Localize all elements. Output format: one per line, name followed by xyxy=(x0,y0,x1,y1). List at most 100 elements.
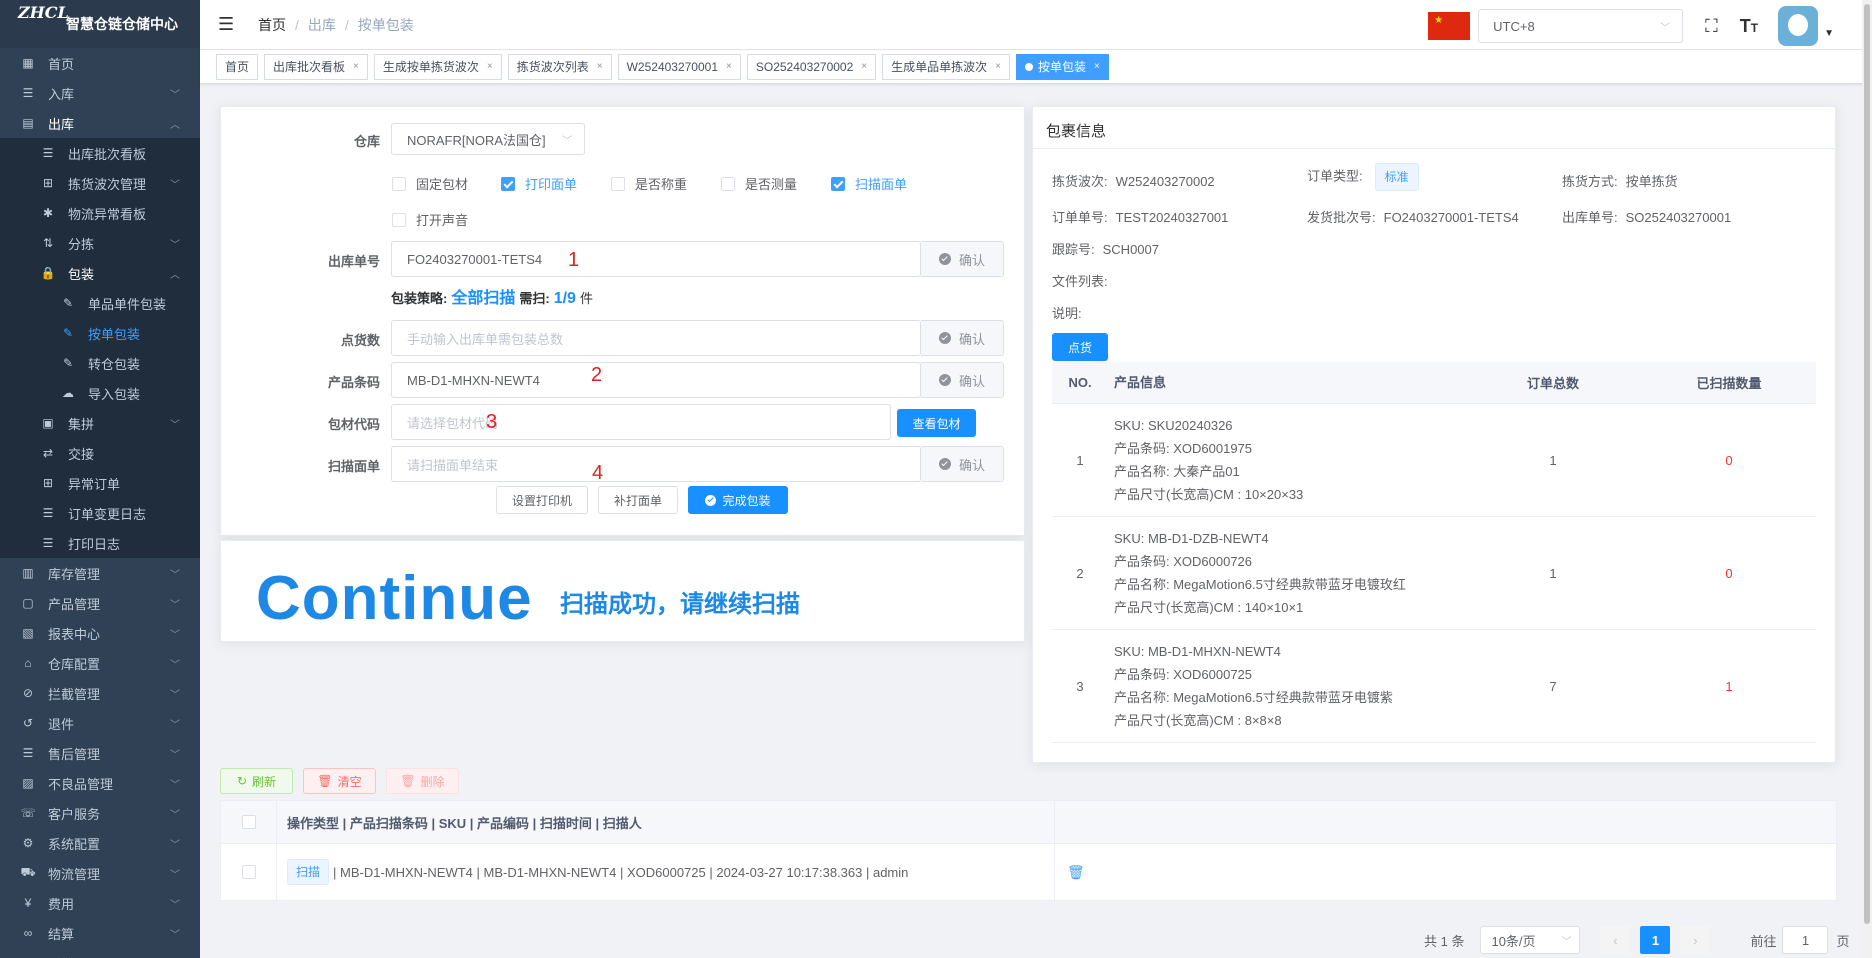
checkbox-box[interactable] xyxy=(392,176,406,191)
checkbox-measure[interactable]: 是否测量 xyxy=(721,174,797,193)
sidebar-item[interactable]: ▣ 集拼 ﹀ xyxy=(0,408,200,438)
sidebar-item[interactable]: ☁ 导入包装 xyxy=(0,378,200,408)
tab-item[interactable]: 按单包装 × xyxy=(1016,53,1109,80)
sidebar-item[interactable]: ⛟ 物流管理 ﹀ xyxy=(0,858,200,888)
finish-packing-button[interactable]: 完成包装 xyxy=(688,486,788,514)
chevron-down-icon: ﹀ xyxy=(562,135,572,147)
tab-item[interactable]: 首页 xyxy=(216,53,259,80)
sidebar-item[interactable]: ▦ 首页 xyxy=(0,48,200,78)
fullscreen-icon[interactable]: ⛶ xyxy=(1705,16,1718,37)
sidebar-item[interactable]: ▢ 产品管理 ﹀ xyxy=(0,588,200,618)
sidebar-item[interactable]: ☰ 订单变更日志 xyxy=(0,498,200,528)
sidebar-item[interactable]: ✎ 转仓包装 xyxy=(0,348,200,378)
close-icon[interactable]: × xyxy=(597,61,603,72)
tab-item[interactable]: 生成按单拣货波次 × xyxy=(373,53,502,80)
row-checkbox[interactable] xyxy=(241,865,256,879)
page-size-select[interactable]: 10条/页 ﹀ xyxy=(1480,926,1581,954)
next-page-button[interactable]: › xyxy=(1680,926,1711,954)
checkbox-box[interactable] xyxy=(501,176,515,191)
material-input[interactable]: 请选择包材代码 xyxy=(391,404,891,440)
close-icon[interactable]: × xyxy=(353,61,359,72)
logo[interactable]: ZHCL 智慧仓链仓储中心 xyxy=(0,0,200,48)
tab-item[interactable]: W252403270001 × xyxy=(617,53,741,80)
sidebar-item[interactable]: ⊞ 异常订单 xyxy=(0,468,200,498)
sidebar-item[interactable]: ✎ 单品单件包装 xyxy=(0,288,200,318)
select-all-checkbox[interactable] xyxy=(241,815,256,829)
sidebar-item[interactable]: ☏ 客户服务 ﹀ xyxy=(0,798,200,828)
page-number-current[interactable]: 1 xyxy=(1640,926,1671,954)
scrollbar-thumb[interactable] xyxy=(1864,4,1870,924)
sidebar-item-label: 订单变更日志 xyxy=(68,506,147,522)
close-icon[interactable]: × xyxy=(995,61,1001,72)
sidebar-item[interactable]: ⊘ 拦截管理 ﹀ xyxy=(0,678,200,708)
close-icon[interactable]: × xyxy=(487,61,493,72)
tab-item[interactable]: 出库批次看板 × xyxy=(264,53,368,80)
china-flag-icon[interactable]: ★ xyxy=(1428,12,1471,40)
tab-item[interactable]: 生成单品单拣波次 × xyxy=(882,53,1010,80)
set-printer-button[interactable]: 设置打印机 xyxy=(496,486,588,514)
prev-page-button[interactable]: ‹ xyxy=(1600,926,1631,954)
count-confirm-button[interactable]: 确认 xyxy=(921,320,1004,356)
sidebar-item[interactable]: ☰ 打印日志 xyxy=(0,528,200,558)
sidebar-item[interactable]: ▧ 报表中心 ﹀ xyxy=(0,618,200,648)
sidebar-item[interactable]: ☰ 出库批次看板 xyxy=(0,138,200,168)
sidebar-item[interactable]: ⇅ 分拣 ﹀ xyxy=(0,228,200,258)
sidebar-item[interactable]: ✱ 物流异常看板 xyxy=(0,198,200,228)
delete-button[interactable]: 🗑 删除 xyxy=(386,768,459,794)
checkbox-box[interactable] xyxy=(392,212,406,227)
sidebar-item[interactable]: 🔒 包装 ︿ xyxy=(0,258,200,288)
page-scrollbar[interactable] xyxy=(1862,0,1872,958)
font-size-icon[interactable]: TT xyxy=(1740,16,1758,37)
view-material-button[interactable]: 查看包材 xyxy=(897,409,976,437)
tab-item[interactable]: 拣货波次列表 × xyxy=(507,53,612,80)
checkbox-weigh[interactable]: 是否称重 xyxy=(611,174,687,193)
sidebar-item[interactable]: ⊞ 拣货波次管理 ﹀ xyxy=(0,168,200,198)
sidebar-item[interactable]: ¥ 费用 ﹀ xyxy=(0,888,200,918)
caret-down-icon[interactable]: ▼ xyxy=(1824,28,1834,39)
close-icon[interactable]: × xyxy=(861,61,867,72)
finish-packing-label: 完成包装 xyxy=(722,493,771,508)
checkbox-box[interactable] xyxy=(721,176,735,191)
sidebar-item[interactable]: ☰ 售后管理 ﹀ xyxy=(0,738,200,768)
reprint-waybill-button[interactable]: 补打面单 xyxy=(598,486,678,514)
waybill-input[interactable]: 请扫描面单结束 xyxy=(391,446,921,482)
sidebar-item[interactable]: ☰ 入库 ﹀ xyxy=(0,78,200,108)
barcode-confirm-button[interactable]: 确认 xyxy=(921,362,1004,398)
warehouse-select[interactable]: NORAFR[NORA法国仓] ﹀ xyxy=(391,123,585,155)
sidebar-item[interactable]: ⇄ 交接 xyxy=(0,438,200,468)
close-icon[interactable]: × xyxy=(1094,61,1100,72)
order-number-input[interactable]: FO2403270001-TETS4 xyxy=(391,241,921,277)
sidebar-item[interactable]: ↺ 退件 ﹀ xyxy=(0,708,200,738)
order-confirm-button[interactable]: 确认 xyxy=(921,241,1004,277)
checkbox-box[interactable] xyxy=(831,176,845,191)
checkbox-fixed-material[interactable]: 固定包材 xyxy=(392,174,468,193)
sidebar-item[interactable]: ◈系统﹀ xyxy=(0,948,200,958)
checkbox-scan-waybill[interactable]: 扫描面单 xyxy=(831,174,907,193)
checkbox-sound[interactable]: 打开声音 xyxy=(392,210,468,229)
hamburger-icon[interactable]: ☰ xyxy=(218,14,236,35)
field-value: SO252403270001 xyxy=(1625,210,1732,225)
checkbox-print-waybill[interactable]: 打印面单 xyxy=(501,174,577,193)
sidebar-item[interactable]: ✎ 按单包装 xyxy=(0,318,200,348)
chevron-up-icon: ︿ xyxy=(170,119,180,131)
clear-button[interactable]: 🗑 清空 xyxy=(303,768,376,794)
count-input[interactable]: 手动输入出库单需包装总数 xyxy=(391,320,921,356)
avatar[interactable] xyxy=(1778,6,1819,46)
refresh-button[interactable]: ↻ 刷新 xyxy=(220,768,293,794)
barcode-input[interactable]: MB-D1-MHXN-NEWT4 xyxy=(391,362,921,398)
breadcrumb-home[interactable]: 首页 xyxy=(258,15,286,35)
checkbox-box[interactable] xyxy=(611,176,625,191)
tab-item[interactable]: SO252403270002 × xyxy=(746,53,877,80)
close-icon[interactable]: × xyxy=(726,61,732,72)
waybill-confirm-button[interactable]: 确认 xyxy=(921,446,1004,482)
timezone-select[interactable]: UTC+8 ﹀ xyxy=(1478,9,1684,43)
sidebar-item[interactable]: ⌂ 仓库配置 ﹀ xyxy=(0,648,200,678)
trash-icon[interactable]: 🗑 xyxy=(1067,864,1085,881)
sidebar-item[interactable]: ▥ 库存管理 ﹀ xyxy=(0,558,200,588)
sidebar-item[interactable]: ⚙ 系统配置 ﹀ xyxy=(0,828,200,858)
sidebar-item[interactable]: ▨ 不良品管理 ﹀ xyxy=(0,768,200,798)
sidebar-item[interactable]: ∞ 结算 ﹀ xyxy=(0,918,200,948)
count-goods-button[interactable]: 点货 xyxy=(1052,333,1108,361)
sidebar-item[interactable]: ▤ 出库 ︿ xyxy=(0,108,200,138)
goto-page-input[interactable]: 1 xyxy=(1782,926,1829,954)
